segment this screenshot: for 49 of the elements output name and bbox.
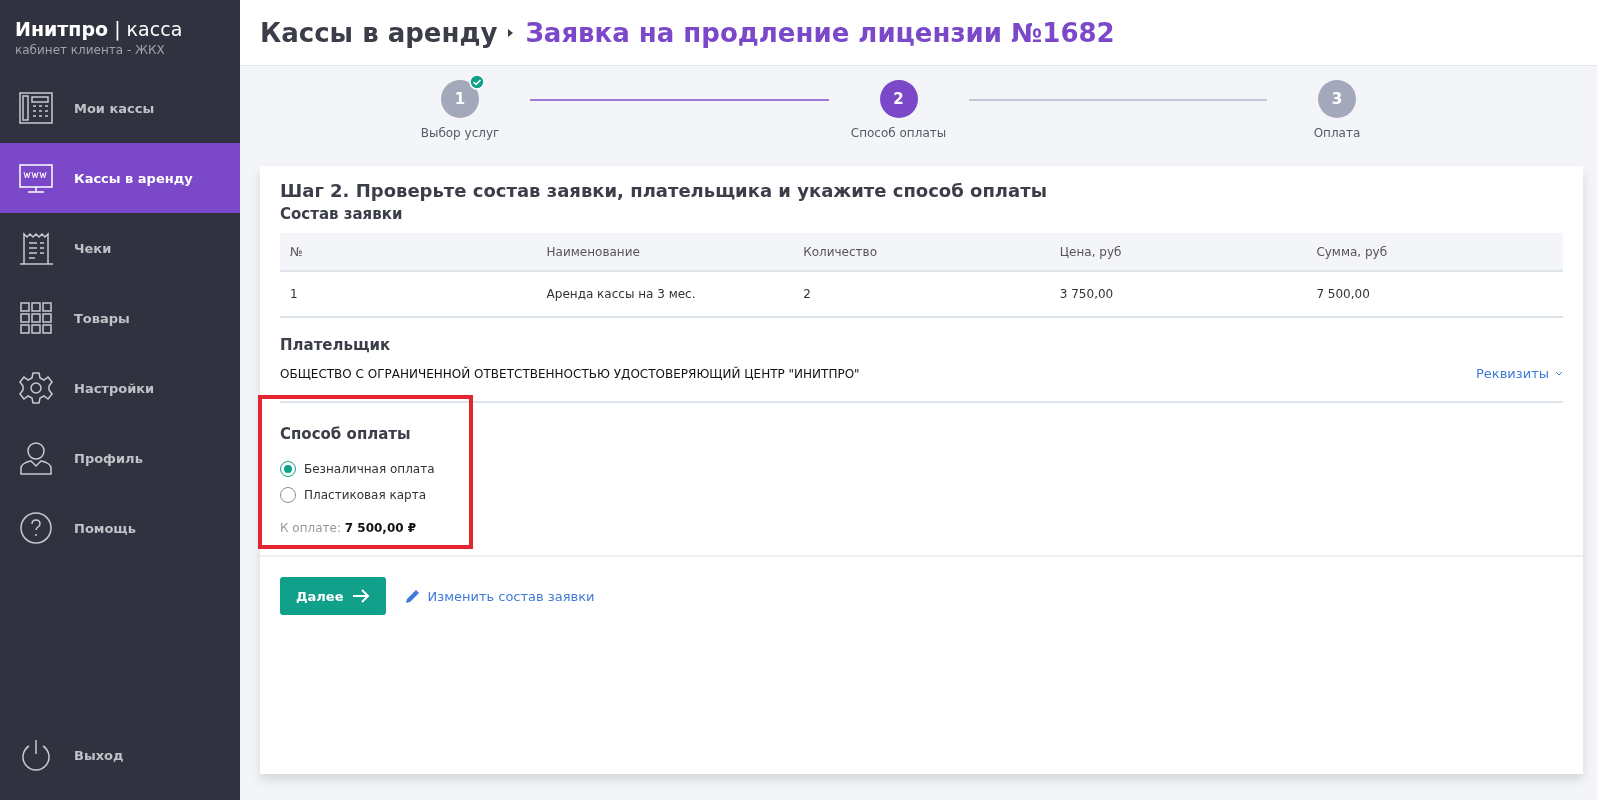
option-label: Безналичная оплата (304, 462, 435, 476)
table-cell: 1 (280, 271, 537, 317)
table-cell: 3 750,00 (1049, 271, 1307, 317)
nav-item[interactable]: Настройки (0, 353, 240, 423)
page-title: Заявка на продление лицензии №1682 (525, 17, 1115, 48)
nav-item[interactable]: Чеки (0, 213, 240, 283)
table-cell: Аренда кассы на 3 мес. (536, 271, 794, 317)
nav-item[interactable]: Товары (0, 283, 240, 353)
column-header: Наименование (536, 233, 794, 271)
gear-icon (18, 370, 54, 406)
column-header: Цена, руб (1049, 233, 1307, 271)
column-header: Количество (793, 233, 1050, 271)
nav-item[interactable]: Профиль (0, 423, 240, 493)
chevron-down-icon (1555, 370, 1563, 377)
breadcrumb-section[interactable]: Кассы в аренду (260, 17, 498, 48)
nav-item[interactable]: Мои кассы (0, 73, 240, 143)
table-cell: 2 (793, 271, 1050, 317)
step-label: Способ оплаты (850, 126, 947, 140)
payer-name: ОБЩЕСТВО С ОГРАНИЧЕННОЙ ОТВЕТСТВЕННОСТЬЮ УДОСТОВЕРЯЮЩИЙ ЦЕНТР "ИНИТПРО" (280, 366, 860, 381)
details-link[interactable]: Реквизиты (1476, 366, 1563, 381)
edit-order-link[interactable]: Изменить состав заявки (403, 587, 595, 605)
step-heading: Шаг 2. Проверьте состав заявки, плательщика и укажите способ оплаты (280, 180, 1048, 201)
desk-phone-icon (18, 90, 54, 126)
column-header: Сумма, руб (1306, 233, 1563, 271)
logout-item[interactable]: Выход (0, 720, 240, 790)
nav-item[interactable]: Помощь (0, 493, 240, 563)
brand-subtitle: кабинет клиента - ЖКХ (15, 43, 166, 57)
step-label: Выбор услуг (420, 126, 500, 140)
arrow-right-icon (351, 589, 370, 603)
person-icon (18, 440, 54, 476)
step-label: Оплата (1313, 126, 1361, 140)
step-number: 2 (879, 80, 918, 118)
section-title: Состав заявки (280, 205, 404, 223)
payment-option[interactable]: Безналичная оплата (280, 461, 1583, 477)
section-title: Способ оплаты (280, 425, 412, 443)
payment-option[interactable]: Пластиковая карта (280, 487, 1583, 503)
column-header: № (280, 233, 537, 271)
table-cell: 7 500,00 (1306, 271, 1563, 317)
total-amount: К оплате: 7 500,00 ₽ (280, 521, 418, 535)
step-number: 3 (1318, 80, 1356, 118)
receipt-icon (18, 230, 54, 266)
grid-icon (18, 300, 54, 336)
option-label: Пластиковая карта (304, 488, 427, 502)
help-icon (18, 510, 54, 546)
brand-logo: Инитпро | касса (15, 18, 184, 40)
section-title: Плательщик (280, 336, 392, 354)
nav-item[interactable]: Кассы в аренду (0, 143, 240, 213)
check-badge-icon (469, 74, 485, 90)
pencil-icon (403, 587, 422, 605)
